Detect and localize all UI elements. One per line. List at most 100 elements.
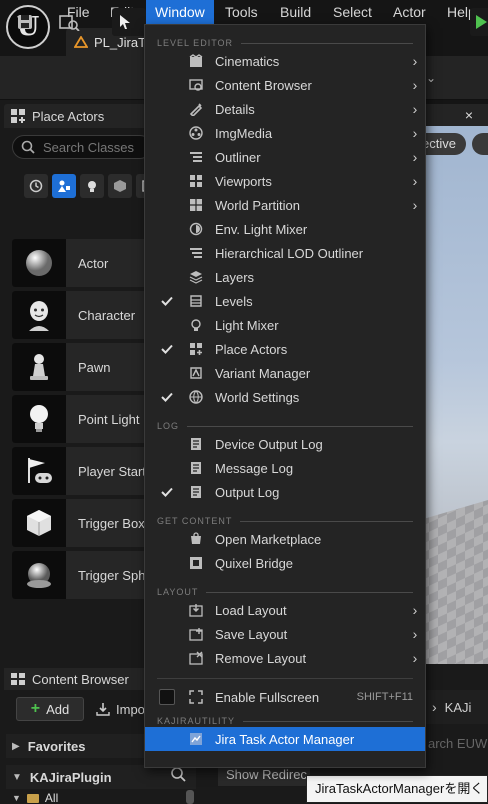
- plugin-row[interactable]: ▼ KAJiraPlugin: [6, 765, 196, 789]
- menu-item-env-light-mixer[interactable]: Env. Light Mixer: [145, 217, 425, 241]
- search-icon[interactable]: [170, 766, 190, 786]
- actor-item-character[interactable]: Character: [12, 291, 152, 339]
- menu-item-label: Levels: [215, 293, 253, 309]
- light-bulb-icon: [88, 181, 96, 192]
- import-icon: [96, 703, 110, 716]
- menu-item-variant-manager[interactable]: Variant Manager: [145, 361, 425, 385]
- menu-item-message-log[interactable]: Message Log: [145, 456, 425, 480]
- chevron-right-icon: ›: [412, 650, 418, 666]
- folder-icon: [26, 793, 39, 803]
- search-classes-input[interactable]: Search Classes: [12, 135, 152, 159]
- menu-item-quixel-bridge[interactable]: Quixel Bridge: [145, 551, 425, 575]
- menu-item-content-browser[interactable]: Content Browser ›: [145, 73, 425, 97]
- chevron-right-icon: ›: [412, 602, 418, 618]
- trigger-sphere-icon: [12, 551, 66, 599]
- menu-item-outliner[interactable]: Outliner ›: [145, 145, 425, 169]
- menu-item-label: Details: [215, 101, 255, 117]
- menu-item-light-mixer[interactable]: Light Mixer: [145, 313, 425, 337]
- section-header: LAYOUT: [157, 587, 199, 597]
- menu-item-label: Place Actors: [215, 341, 288, 357]
- menu-item-jira-task-actor-manager[interactable]: Jira Task Actor Manager: [145, 727, 425, 751]
- actor-item-point-light[interactable]: Point Light: [12, 395, 152, 443]
- save-icon[interactable]: [12, 10, 38, 34]
- actor-item-actor[interactable]: Actor: [12, 239, 152, 287]
- menu-item-world-partition[interactable]: World Partition ›: [145, 193, 425, 217]
- chevron-right-icon: ›: [412, 173, 418, 189]
- character-icon: [12, 291, 66, 339]
- save-layout-icon: [189, 627, 215, 641]
- close-icon[interactable]: ×: [460, 106, 478, 124]
- menu-item-label: Content Browser: [215, 77, 312, 93]
- content-browser-icon: [11, 673, 25, 685]
- chevron-down-icon[interactable]: ⌄: [426, 64, 440, 92]
- recent-filter-button[interactable]: [24, 174, 48, 198]
- clock-icon: [29, 179, 43, 193]
- play-icon: [476, 15, 487, 29]
- menu-item-enable-fullscreen[interactable]: Enable Fullscreen SHIFT+F11: [145, 685, 425, 709]
- menu-item-layers[interactable]: Layers: [145, 265, 425, 289]
- section-header: LOG: [157, 421, 180, 431]
- menu-build[interactable]: Build: [271, 0, 320, 24]
- section-divider: [241, 42, 413, 44]
- asset-search-input[interactable]: arch EUW: [426, 734, 488, 754]
- place-actors-tab[interactable]: Place Actors: [4, 104, 146, 128]
- menu-item-output-log[interactable]: Output Log: [145, 480, 425, 504]
- menu-window[interactable]: Window: [146, 0, 214, 24]
- play-button[interactable]: [470, 8, 488, 36]
- lights-filter-button[interactable]: [80, 174, 104, 198]
- shapes-filter-button[interactable]: [108, 174, 132, 198]
- breadcrumb-item[interactable]: KAJi: [445, 700, 472, 715]
- menu-actor[interactable]: Actor: [384, 0, 435, 24]
- menu-item-details[interactable]: Details ›: [145, 97, 425, 121]
- view-mode-button[interactable]: [472, 133, 488, 155]
- menu-item-open-marketplace[interactable]: Open Marketplace: [145, 527, 425, 551]
- menu-item-world-settings[interactable]: World Settings: [145, 385, 425, 409]
- perspective-button[interactable]: ective: [420, 133, 466, 155]
- browse-level-icon[interactable]: [56, 10, 82, 34]
- actor-item-trigger-box[interactable]: Trigger Box: [12, 499, 152, 547]
- menu-item-imgmedia[interactable]: ImgMedia ›: [145, 121, 425, 145]
- menu-item-hierarchical-lod-outliner[interactable]: Hierarchical LOD Outliner: [145, 241, 425, 265]
- menu-item-device-output-log[interactable]: Device Output Log: [145, 432, 425, 456]
- actor-filter-row: [24, 174, 160, 198]
- actor-item-trigger-sphere[interactable]: Trigger Sphere: [12, 551, 164, 599]
- menu-item-save-layout[interactable]: Save Layout ›: [145, 622, 425, 646]
- outliner-icon: [189, 150, 215, 164]
- menu-item-label: ImgMedia: [215, 125, 273, 141]
- chevron-right-icon[interactable]: ›: [432, 699, 437, 715]
- menu-item-viewports[interactable]: Viewports ›: [145, 169, 425, 193]
- actor-item-player-start[interactable]: Player Start: [12, 447, 152, 495]
- menu-select[interactable]: Select: [324, 0, 381, 24]
- select-mode-button[interactable]: [112, 8, 146, 36]
- menu-section-kajirautility: KAJIRAUTILITY: [157, 715, 413, 727]
- menu-item-load-layout[interactable]: Load Layout ›: [145, 598, 425, 622]
- basic-filter-button[interactable]: [52, 174, 76, 198]
- import-button[interactable]: Impo: [96, 697, 148, 721]
- menu-item-remove-layout[interactable]: Remove Layout ›: [145, 646, 425, 670]
- menu-item-label: Save Layout: [215, 626, 288, 642]
- fullscreen-checkbox[interactable]: [145, 689, 189, 705]
- section-divider: [240, 520, 413, 522]
- menu-item-levels[interactable]: Levels: [145, 289, 425, 313]
- content-browser-title: Content Browser: [32, 671, 129, 687]
- menu-section-get-content: GET CONTENT: [157, 515, 413, 527]
- menu-item-label: Jira Task Actor Manager: [215, 731, 355, 747]
- shortcut-label: SHIFT+F11: [356, 691, 413, 703]
- chevron-down-icon: ▼: [12, 771, 22, 783]
- menu-item-place-actors[interactable]: Place Actors: [145, 337, 425, 361]
- tree-scrollbar[interactable]: [186, 790, 194, 804]
- chevron-right-icon: ›: [412, 77, 418, 93]
- menu-item-label: Viewports: [215, 173, 272, 189]
- checkmark-icon: [145, 392, 189, 402]
- all-folder-row[interactable]: ▼ All: [12, 791, 172, 804]
- viewports-icon: [189, 174, 215, 188]
- chevron-right-icon: ›: [412, 125, 418, 141]
- add-button[interactable]: + Add: [16, 697, 84, 721]
- actor-item-pawn[interactable]: Pawn: [12, 343, 152, 391]
- section-divider: [187, 425, 413, 427]
- menu-item-label: Load Layout: [215, 602, 287, 618]
- actor-label: Actor: [78, 255, 109, 271]
- menu-tools[interactable]: Tools: [216, 0, 267, 24]
- content-browser-tab[interactable]: Content Browser: [4, 668, 144, 690]
- menu-item-cinematics[interactable]: Cinematics ›: [145, 49, 425, 73]
